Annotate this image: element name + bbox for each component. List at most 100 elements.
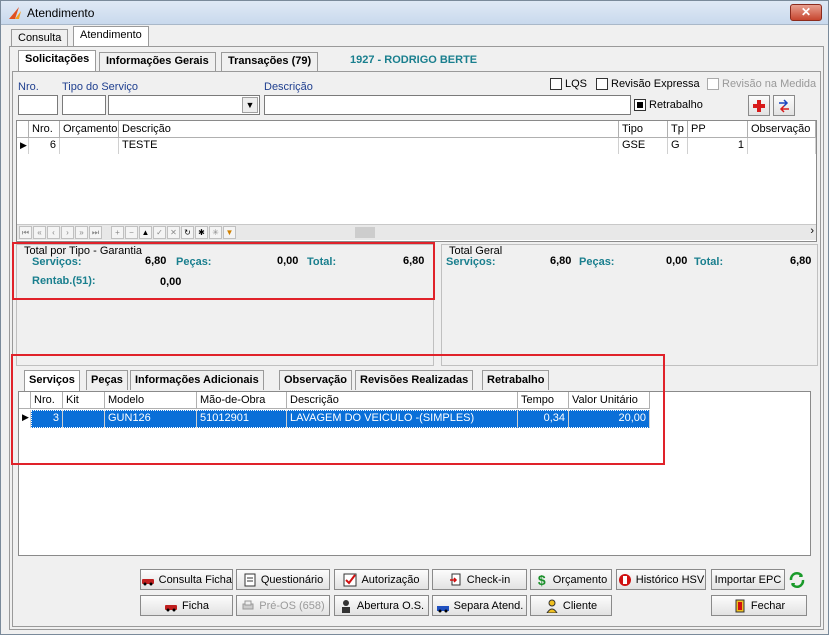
autorizacao-label: Autorização	[361, 573, 420, 586]
chevron-down-icon[interactable]: ▼	[242, 97, 258, 113]
total-geral-panel: Total Geral Serviços: 6,80 Peças: 0,00 T…	[441, 244, 818, 366]
abertura-os-button[interactable]: Abertura O.S.	[334, 595, 429, 616]
revisao-medida-label: Revisão na Medida	[722, 78, 817, 90]
autorizacao-button[interactable]: Autorização	[334, 569, 429, 590]
fechar-button[interactable]: Fechar	[711, 595, 807, 616]
retrabalho-checkbox[interactable]	[634, 99, 646, 111]
revisao-expressa-checkbox[interactable]	[596, 78, 608, 90]
annotation-frame-services	[11, 354, 665, 465]
col-header[interactable]: Descrição	[119, 121, 619, 138]
refresh-green-icon	[789, 572, 805, 588]
scroll-right-icon[interactable]: ›	[810, 225, 814, 237]
consulta-ficha-button[interactable]: Consulta Ficha	[140, 569, 233, 590]
separa-atend-label: Separa Atend.	[453, 599, 524, 612]
first-icon[interactable]: ⏮	[19, 226, 32, 239]
delete-icon[interactable]: −	[125, 226, 138, 239]
car-search-icon	[142, 578, 154, 585]
total-value: 6,80	[790, 255, 812, 267]
consulta-ficha-label: Consulta Ficha	[158, 573, 232, 586]
lqs-checkbox[interactable]	[550, 78, 562, 90]
insert-icon[interactable]: +	[111, 226, 124, 239]
historico-hsv-label: Histórico HSV	[635, 573, 705, 586]
cell-nro: 6	[29, 138, 60, 154]
sort-icon	[779, 98, 789, 113]
plus-icon	[753, 99, 765, 112]
filter-icon[interactable]: ▼	[223, 226, 236, 239]
col-header[interactable]: Observação	[748, 121, 816, 138]
tab-informacoes-gerais[interactable]: Informações Gerais	[99, 52, 216, 71]
cell-tp: G	[668, 138, 688, 154]
orcamento-label: Orçamento	[552, 573, 608, 586]
lqs-label: LQS	[565, 78, 588, 90]
asterisk-icon[interactable]: ✱	[195, 226, 208, 239]
tipo-servico-select[interactable]: ▼	[108, 95, 260, 115]
last-icon[interactable]: ⏭	[89, 226, 102, 239]
descricao-input[interactable]	[264, 95, 631, 115]
next-icon[interactable]: ›	[61, 226, 74, 239]
revisao-medida-checkbox[interactable]	[707, 78, 719, 90]
title-bar: Atendimento ✕	[1, 1, 828, 25]
clipboard-icon	[244, 573, 256, 586]
importar-epc-button[interactable]: Importar EPC	[711, 569, 785, 590]
pecas-label: Peças:	[579, 256, 615, 268]
importar-epc-label: Importar EPC	[714, 573, 782, 586]
post-icon[interactable]: ✓	[153, 226, 166, 239]
col-header[interactable]: Nro.	[29, 121, 60, 138]
asterisk-disabled-icon[interactable]: ✳	[209, 226, 222, 239]
cell-observacao	[748, 138, 816, 154]
check-in-button[interactable]: Check-in	[432, 569, 527, 590]
nro-label: Nro.	[18, 81, 39, 93]
cell-orcamento	[60, 138, 119, 154]
historico-hsv-button[interactable]: Histórico HSV	[616, 569, 706, 590]
tipo-servico-label: Tipo do Serviço	[62, 81, 139, 93]
prev-page-icon[interactable]: «	[33, 226, 46, 239]
servicos-value: 6,80	[550, 255, 572, 267]
tipo-servico-code-input[interactable]	[62, 95, 106, 115]
questionario-button[interactable]: Questionário	[236, 569, 330, 590]
customer-label: 1927 - RODRIGO BERTE	[350, 54, 478, 66]
col-header[interactable]: Tipo	[619, 121, 668, 138]
check-in-icon	[449, 573, 461, 585]
ficha-button[interactable]: Ficha	[140, 595, 233, 616]
scroll-thumb[interactable]	[355, 227, 375, 238]
edit-icon[interactable]: ▲	[139, 226, 152, 239]
total-label: Total:	[694, 256, 724, 268]
tab-solicitacoes[interactable]: Solicitações	[18, 50, 97, 71]
tools-icon	[436, 605, 449, 612]
mechanic-icon	[341, 599, 350, 613]
grid-navigator: ⏮ « ‹ › » ⏭ + − ▲ ✓ ✕ ↻ ✱ ✳ ▼	[17, 224, 355, 240]
sort-button[interactable]	[773, 95, 795, 116]
pecas-value: 0,00	[666, 255, 688, 267]
checkmark-icon	[343, 573, 357, 586]
table-row[interactable]: ▶ 6 TESTE GSE G 1	[17, 138, 816, 154]
abertura-os-label: Abertura O.S.	[356, 599, 425, 612]
prev-icon[interactable]: ‹	[47, 226, 60, 239]
refresh-button[interactable]	[788, 571, 806, 589]
tab-atendimento[interactable]: Atendimento	[73, 26, 149, 47]
orcamento-button[interactable]: $ Orçamento	[530, 569, 612, 590]
close-button[interactable]: ✕	[790, 4, 822, 21]
cliente-button[interactable]: Cliente	[530, 595, 612, 616]
person-icon	[546, 599, 558, 613]
col-header[interactable]: Orçamento	[60, 121, 119, 138]
nro-input[interactable]	[18, 95, 58, 115]
tab-consulta[interactable]: Consulta	[11, 29, 69, 47]
cliente-label: Cliente	[562, 599, 598, 612]
close-icon: ✕	[800, 5, 812, 19]
refresh-icon[interactable]: ↻	[181, 226, 194, 239]
tab-transacoes[interactable]: Transações (79)	[221, 52, 319, 71]
annotation-frame-totals	[12, 242, 435, 300]
cell-tipo: GSE	[619, 138, 668, 154]
horizontal-scrollbar[interactable]: ›	[355, 224, 816, 240]
col-header[interactable]: PP	[688, 121, 748, 138]
pre-os-button[interactable]: Pré-OS (658)	[236, 595, 330, 616]
cancel-icon[interactable]: ✕	[167, 226, 180, 239]
cell-pp: 1	[688, 138, 748, 154]
next-page-icon[interactable]: »	[75, 226, 88, 239]
history-icon	[618, 573, 631, 586]
add-request-button[interactable]	[748, 95, 770, 116]
separa-atend-button[interactable]: Separa Atend.	[432, 595, 527, 616]
window-title: Atendimento	[27, 6, 95, 20]
retrabalho-label: Retrabalho	[649, 99, 703, 111]
col-header[interactable]: Tp	[668, 121, 688, 138]
